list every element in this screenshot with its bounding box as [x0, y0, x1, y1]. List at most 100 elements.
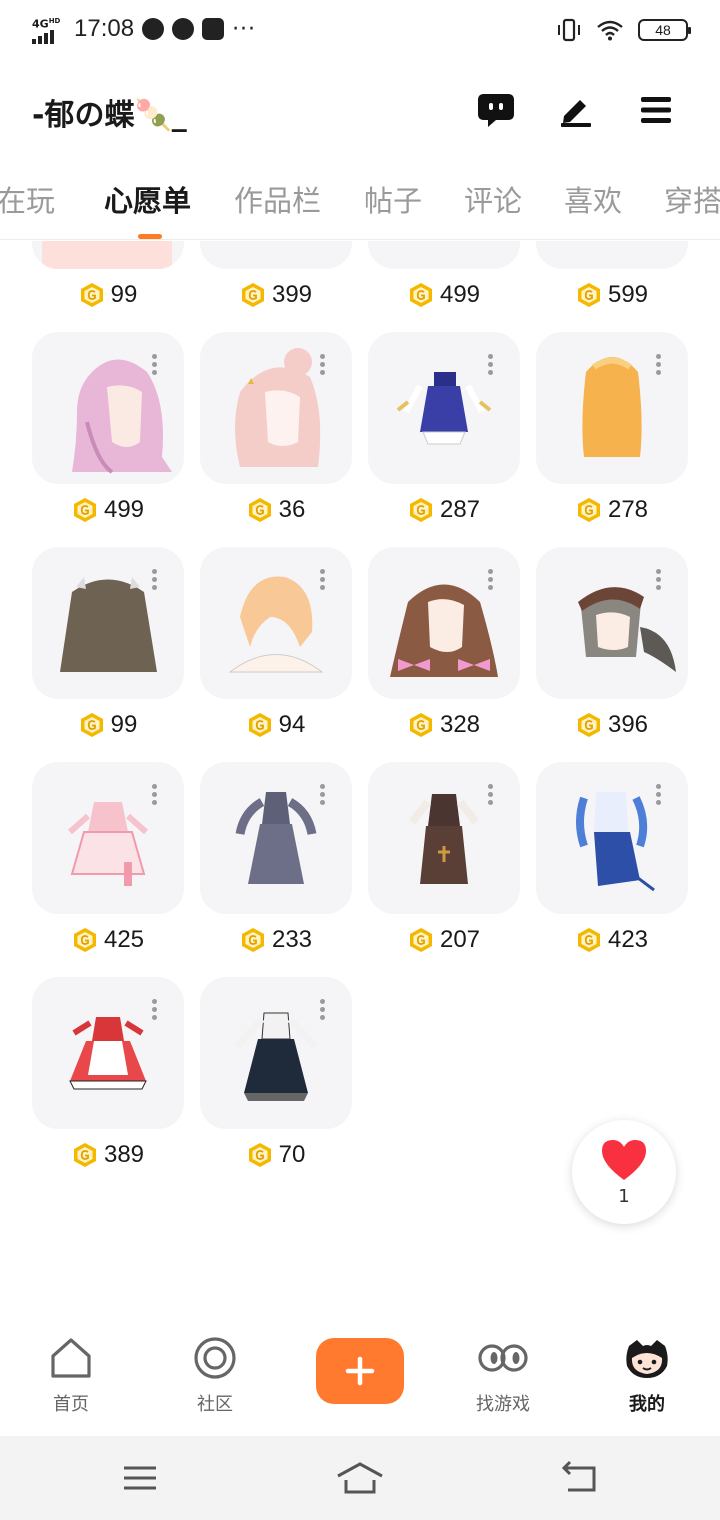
peach-short-hair-icon	[228, 576, 324, 673]
nav-community[interactable]: 社区	[160, 1324, 270, 1424]
more-options-icon[interactable]	[320, 784, 326, 805]
price-tag: 328	[368, 708, 520, 742]
system-menu-button[interactable]	[120, 1460, 160, 1496]
more-options-icon[interactable]	[152, 569, 158, 590]
wishlist-card[interactable]	[32, 762, 184, 914]
find-game-icon	[478, 1344, 528, 1372]
price-tag: 423	[536, 923, 688, 957]
heart-icon	[602, 1140, 646, 1180]
pink-hair-bun-icon	[235, 348, 321, 467]
username: -郁の蝶🍡_	[32, 98, 187, 133]
price-tag: 70	[200, 1138, 352, 1172]
wishlist-card[interactable]	[536, 332, 688, 484]
tab-likes[interactable]: 喜欢	[564, 178, 622, 220]
wishlist-card[interactable]	[200, 547, 352, 699]
price-tag: 425	[32, 923, 184, 957]
more-options-icon[interactable]	[656, 569, 662, 590]
system-home-button[interactable]	[336, 1460, 384, 1496]
wishlist-card[interactable]	[32, 977, 184, 1129]
edit-icon	[561, 100, 591, 127]
more-options-icon[interactable]	[488, 784, 494, 805]
message-icon	[478, 94, 514, 127]
like-button[interactable]: 1	[572, 1120, 676, 1224]
coin-icon	[80, 713, 103, 737]
coin-icon	[80, 283, 103, 307]
nav-profile[interactable]: 我的	[592, 1324, 702, 1424]
price-tag: 233	[200, 923, 352, 957]
tab-playing[interactable]: 正在玩	[0, 178, 55, 220]
more-options-icon[interactable]	[656, 354, 662, 375]
price-tag: 36	[200, 493, 352, 527]
coin-icon	[73, 1143, 96, 1167]
more-options-icon[interactable]	[152, 354, 158, 375]
status-bar: 4GHD 17:08 ··· 48	[0, 0, 720, 64]
wishlist-card[interactable]	[368, 547, 520, 699]
wishlist-card[interactable]	[32, 547, 184, 699]
more-options-icon[interactable]	[488, 569, 494, 590]
brown-nun-dress-icon	[408, 794, 480, 884]
pink-dress-icon	[68, 802, 148, 886]
more-options-icon[interactable]	[320, 999, 326, 1020]
wishlist-card[interactable]	[32, 241, 184, 269]
clock: 17:08	[74, 15, 135, 42]
edit-button[interactable]	[554, 88, 598, 132]
menu-button[interactable]	[634, 88, 678, 132]
tab-posts[interactable]: 帖子	[364, 178, 422, 220]
community-icon	[194, 1337, 236, 1379]
tab-outfits[interactable]: 穿搭	[664, 178, 720, 220]
coin-icon	[241, 283, 264, 307]
price-tag: 599	[536, 278, 688, 312]
brown-long-hair-icon	[60, 577, 157, 672]
wishlist-card[interactable]	[200, 762, 352, 914]
grey-ponytail-hair-icon	[578, 587, 676, 672]
price-tag: 94	[200, 708, 352, 742]
post-button[interactable]	[316, 1338, 404, 1404]
wishlist-card[interactable]	[368, 762, 520, 914]
wishlist-card[interactable]	[368, 332, 520, 484]
wishlist-card[interactable]	[536, 547, 688, 699]
coin-icon	[577, 713, 600, 737]
tab-works[interactable]: 作品栏	[234, 178, 321, 220]
hamburger-icon	[641, 97, 671, 123]
price-tag: 99	[32, 278, 184, 312]
price-tag: 287	[368, 493, 520, 527]
wishlist-card[interactable]	[200, 977, 352, 1129]
blue-white-dress-icon	[576, 792, 655, 892]
active-tab-indicator	[138, 234, 162, 239]
price-tag: 278	[536, 493, 688, 527]
more-options-icon[interactable]	[320, 569, 326, 590]
coin-icon	[409, 498, 432, 522]
price-tag: 396	[536, 708, 688, 742]
system-back-button[interactable]	[560, 1460, 600, 1496]
plus-icon	[345, 1356, 375, 1386]
coin-icon	[409, 713, 432, 737]
more-options-icon[interactable]	[320, 354, 326, 375]
wishlist-card[interactable]	[536, 241, 688, 269]
price-tag: 207	[368, 923, 520, 957]
nav-home[interactable]: 首页	[16, 1324, 126, 1424]
coin-icon	[248, 713, 271, 737]
nav-find-game[interactable]: 找游戏	[448, 1324, 558, 1424]
wishlist-card[interactable]	[536, 762, 688, 914]
price-tag: 399	[200, 278, 352, 312]
more-options-icon[interactable]	[152, 784, 158, 805]
tab-wishlist[interactable]: 心愿单	[104, 178, 191, 220]
more-options-icon[interactable]	[488, 354, 494, 375]
wishlist-card[interactable]	[32, 332, 184, 484]
menu-lines-icon	[124, 1466, 156, 1490]
tab-comments[interactable]: 评论	[464, 178, 522, 220]
wishlist-card[interactable]	[200, 241, 352, 269]
wishlist-card[interactable]	[368, 241, 520, 269]
coin-icon	[577, 498, 600, 522]
price-tag: 499	[32, 493, 184, 527]
more-options-icon[interactable]	[152, 999, 158, 1020]
red-maid-dress-icon	[69, 1017, 147, 1090]
message-button[interactable]	[474, 88, 518, 132]
wishlist-card[interactable]	[200, 332, 352, 484]
signal-icon: 4GHD	[32, 14, 66, 44]
blue-outfit-icon	[396, 372, 492, 445]
orange-hair-icon	[582, 357, 642, 457]
profile-cat-icon	[626, 1340, 668, 1378]
more-options-icon[interactable]	[656, 784, 662, 805]
grey-gown-icon	[235, 792, 317, 884]
